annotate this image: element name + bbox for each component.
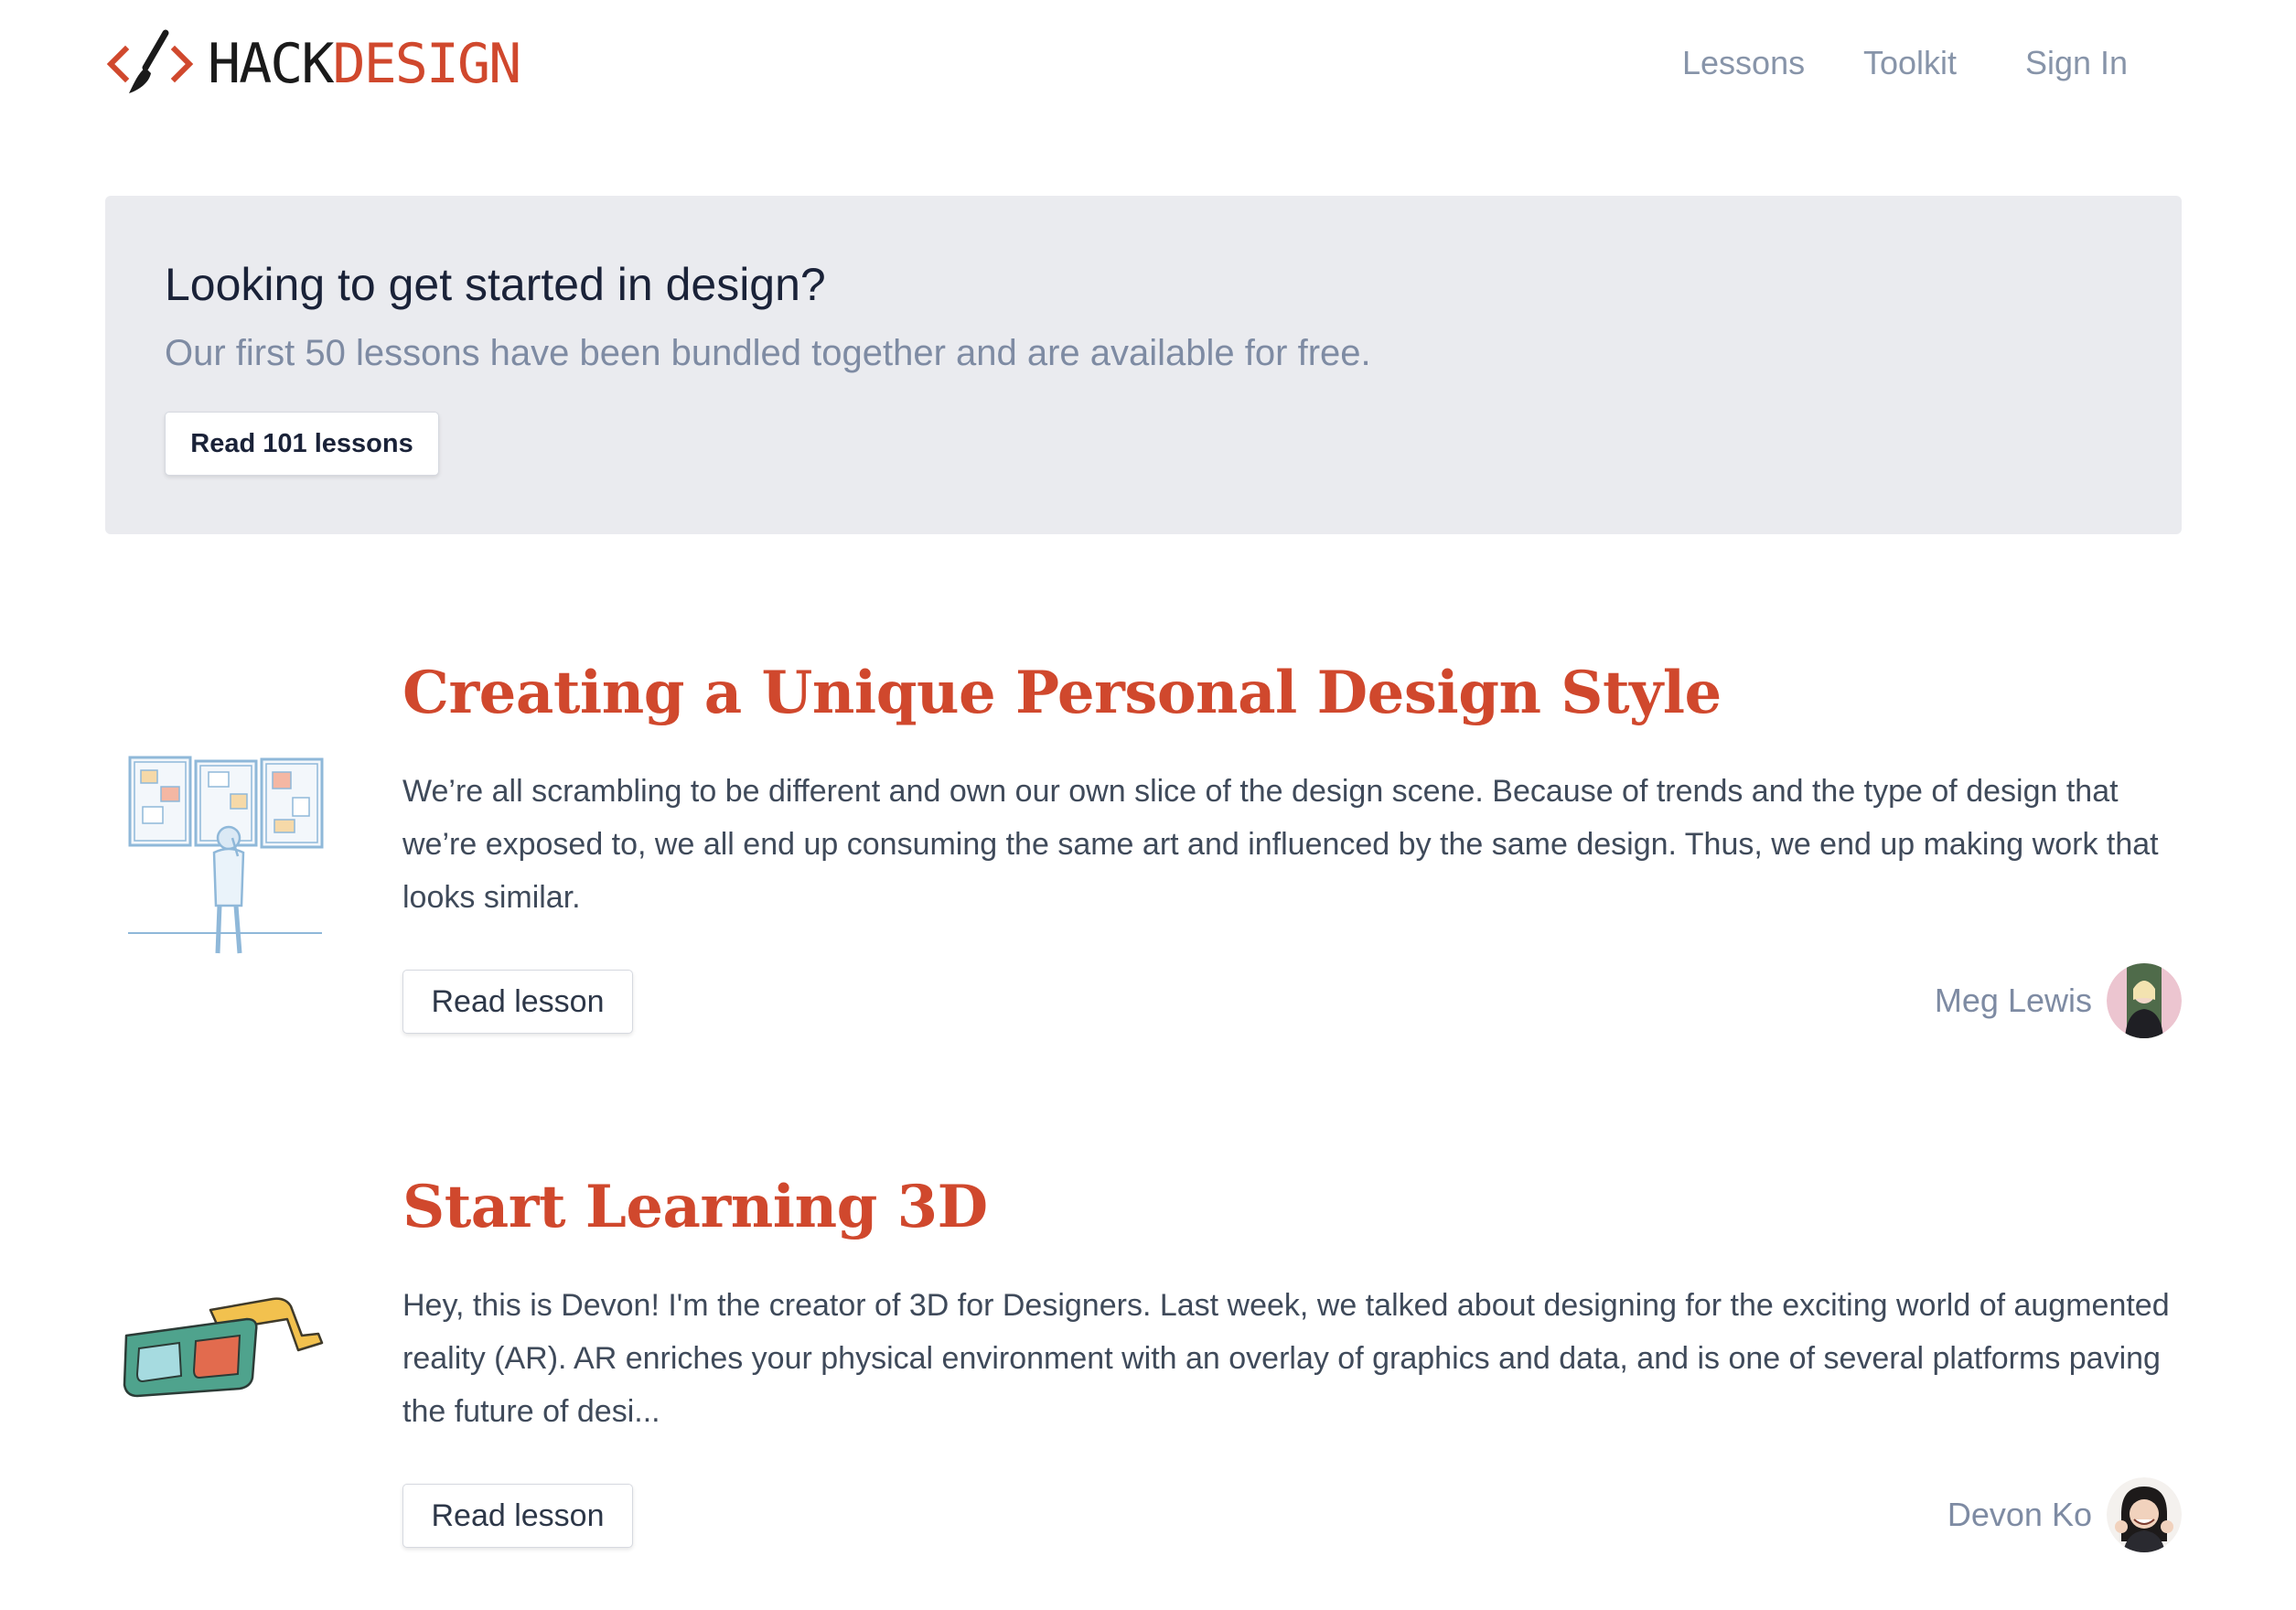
lesson-title[interactable]: Creating a Unique Personal Design Style [402, 659, 1722, 727]
lesson-excerpt: We’re all scrambling to be different and… [402, 774, 2159, 915]
nav-lessons-link[interactable]: Lessons [1682, 40, 1805, 86]
person-viewing-gallery-illustration [128, 756, 324, 954]
read-101-lessons-button[interactable]: Read 101 lessons [165, 412, 439, 476]
3d-glasses-illustration [123, 1297, 324, 1398]
avatar [2107, 1477, 2182, 1552]
lesson-author[interactable]: Meg Lewis [1935, 962, 2182, 1039]
main-nav: Lessons Toolkit Sign In [0, 40, 2296, 86]
author-name: Meg Lewis [1934, 982, 2092, 1019]
lesson-card: Creating a Unique Personal Design Style … [105, 640, 2182, 1052]
lesson-author[interactable]: Devon Ko [1947, 1476, 2182, 1553]
lesson-title[interactable]: Start Learning 3D [402, 1173, 988, 1241]
banner-subtitle: Our first 50 lessons have been bundled t… [165, 333, 1371, 373]
lesson-excerpt: Hey, this is Devon! I'm the creator of 3… [402, 1288, 2170, 1429]
banner-title: Looking to get started in design? [165, 259, 826, 310]
site-header: HACKDESIGN Lessons Toolkit Sign In [0, 0, 2296, 128]
getting-started-banner: Looking to get started in design? Our fi… [105, 196, 2182, 534]
author-name: Devon Ko [1947, 1496, 2092, 1533]
read-lesson-button[interactable]: Read lesson [402, 970, 633, 1034]
read-lesson-button[interactable]: Read lesson [402, 1484, 633, 1548]
lesson-card: Start Learning 3D Hey, this is Devon! I'… [105, 1154, 2182, 1566]
nav-sign-in-link[interactable]: Sign In [2025, 40, 2128, 86]
nav-toolkit-link[interactable]: Toolkit [1863, 40, 1957, 86]
avatar [2107, 963, 2182, 1038]
